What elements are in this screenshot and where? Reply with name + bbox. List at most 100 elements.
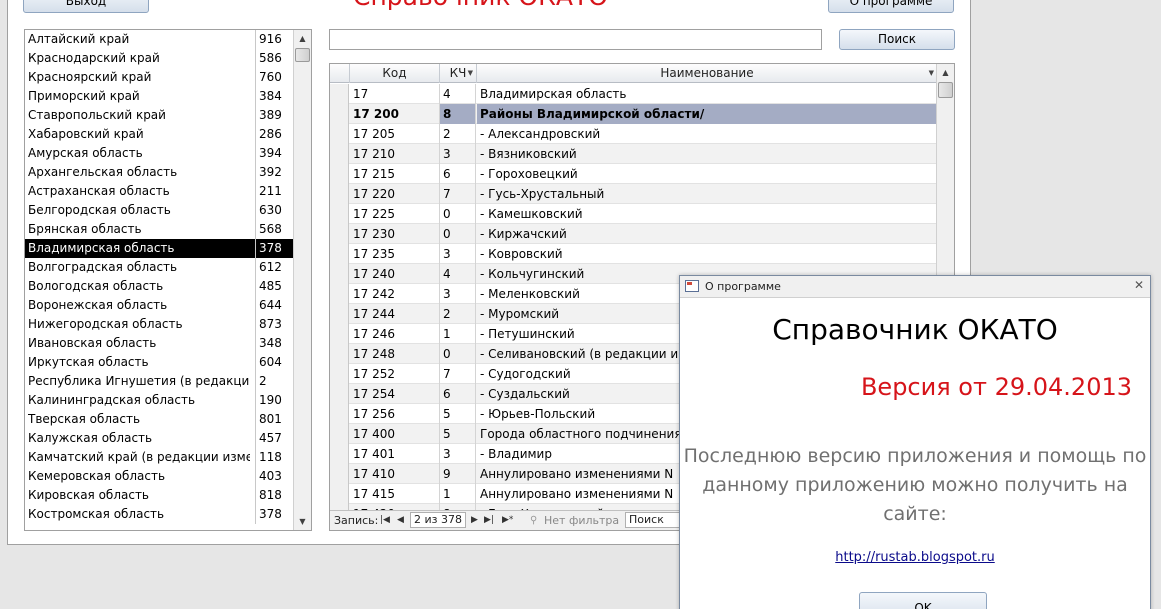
cell-code[interactable]: 17 256 xyxy=(350,404,440,424)
region-list-item[interactable]: Краснодарский край 586 xyxy=(25,49,294,68)
region-list-item[interactable]: Калининградская область 190 xyxy=(25,391,294,410)
column-header-name[interactable]: Наименование ▼ xyxy=(477,64,938,83)
region-list-scrollbar[interactable]: ▲ ▼ xyxy=(293,30,311,530)
select-all-corner[interactable] xyxy=(330,64,350,83)
cell-kch[interactable]: 0 xyxy=(440,224,476,244)
cell-kch[interactable]: 2 xyxy=(440,304,476,324)
row-selector[interactable] xyxy=(330,124,349,144)
cell-name[interactable]: - Гусь-Хрустальный xyxy=(477,184,938,204)
column-header-kch[interactable]: КЧ ▼ xyxy=(440,64,477,83)
cell-kch[interactable]: 3 xyxy=(440,284,476,304)
region-list-item[interactable]: Воронежская область 644 xyxy=(25,296,294,315)
scroll-up-arrow-icon[interactable]: ▲ xyxy=(294,30,311,47)
row-selector[interactable] xyxy=(330,164,349,184)
region-list-item[interactable]: Волгоградская область 612 xyxy=(25,258,294,277)
region-list-item[interactable]: Алтайский край 916 xyxy=(25,30,294,49)
cell-code[interactable]: 17 220 xyxy=(350,184,440,204)
cell-kch[interactable]: 7 xyxy=(440,364,476,384)
cell-kch[interactable]: 6 xyxy=(440,164,476,184)
row-selector[interactable] xyxy=(330,344,349,364)
cell-code[interactable]: 17 400 xyxy=(350,424,440,444)
table-row[interactable]: 17 220 7- Гусь-Хрустальный xyxy=(330,184,938,204)
cell-name[interactable]: Владимирская область xyxy=(477,84,938,104)
cell-code[interactable]: 17 252 xyxy=(350,364,440,384)
cell-name[interactable]: - Ковровский xyxy=(477,244,938,264)
table-row[interactable]: 17 210 3- Вязниковский xyxy=(330,144,938,164)
ok-button[interactable]: OK xyxy=(859,592,987,609)
cell-name[interactable]: Районы Владимирской области/ xyxy=(477,104,938,124)
cell-kch[interactable]: 7 xyxy=(440,184,476,204)
table-row[interactable]: 17 215 6- Гороховецкий xyxy=(330,164,938,184)
region-list-item[interactable]: Вологодская область 485 xyxy=(25,277,294,296)
region-list-item[interactable]: Тверская область 801 xyxy=(25,410,294,429)
region-list-item[interactable]: Хабаровский край 286 xyxy=(25,125,294,144)
cell-code[interactable]: 17 410 xyxy=(350,464,440,484)
table-row[interactable]: 17 205 2- Александровский xyxy=(330,124,938,144)
cell-kch[interactable]: 1 xyxy=(440,324,476,344)
filter-status[interactable]: Нет фильтра xyxy=(544,511,619,530)
row-selector[interactable] xyxy=(330,444,349,464)
region-list-item[interactable]: Костромская область 378 xyxy=(25,505,294,524)
table-row[interactable]: 17 200 8 Районы Владимирской области/ xyxy=(330,104,938,124)
row-selector[interactable] xyxy=(330,84,349,104)
cell-name[interactable]: - Киржачский xyxy=(477,224,938,244)
dropdown-arrow-icon[interactable]: ▼ xyxy=(929,64,934,83)
row-selector[interactable] xyxy=(330,244,349,264)
cell-kch[interactable]: 5 xyxy=(440,404,476,424)
dropdown-arrow-icon[interactable]: ▼ xyxy=(468,64,473,83)
scroll-down-arrow-icon[interactable]: ▼ xyxy=(294,513,311,530)
region-list-item[interactable]: Брянская область 568 xyxy=(25,220,294,239)
cell-kch[interactable]: 9 xyxy=(440,464,476,484)
cell-code[interactable]: 17 240 xyxy=(350,264,440,284)
about-button[interactable]: О программе xyxy=(828,0,954,13)
region-list-item[interactable]: Камчатский край (в редакции изме 118 xyxy=(25,448,294,467)
row-selector[interactable] xyxy=(330,264,349,284)
cell-code[interactable]: 17 210 xyxy=(350,144,440,164)
cell-code[interactable]: 17 246 xyxy=(350,324,440,344)
row-selector[interactable] xyxy=(330,144,349,164)
region-list-item[interactable]: Республика Игнушетия (в редакции 2 xyxy=(25,372,294,391)
row-selector[interactable] xyxy=(330,304,349,324)
cell-code[interactable]: 17 244 xyxy=(350,304,440,324)
cell-kch[interactable]: 6 xyxy=(440,384,476,404)
first-record-icon[interactable]: |◀ xyxy=(380,511,390,530)
record-position[interactable]: 2 из 378 xyxy=(410,512,466,528)
region-list-item[interactable]: Кировская область 818 xyxy=(25,486,294,505)
column-header-code[interactable]: Код xyxy=(350,64,440,83)
region-list-item[interactable]: Архангельская область 392 xyxy=(25,163,294,182)
cell-kch[interactable]: 1 xyxy=(440,484,476,504)
row-selector[interactable] xyxy=(330,464,349,484)
cell-name[interactable]: - Вязниковский xyxy=(477,144,938,164)
cell-kch[interactable]: 3 xyxy=(440,444,476,464)
table-row[interactable]: 17 225 0- Камешковский xyxy=(330,204,938,224)
row-selector[interactable] xyxy=(330,284,349,304)
scroll-thumb[interactable] xyxy=(938,82,953,98)
search-input[interactable] xyxy=(329,29,822,50)
cell-name[interactable]: - Александровский xyxy=(477,124,938,144)
website-link[interactable]: http://rustab.blogspot.ru xyxy=(680,550,1150,565)
region-list-item[interactable]: Иркутская область 604 xyxy=(25,353,294,372)
row-selector[interactable] xyxy=(330,204,349,224)
cell-code[interactable]: 17 xyxy=(350,84,440,104)
region-list-item[interactable]: Ивановская область 348 xyxy=(25,334,294,353)
cell-name[interactable]: - Гороховецкий xyxy=(477,164,938,184)
close-icon[interactable]: ✕ xyxy=(1134,278,1144,292)
cell-code[interactable]: 17 200 xyxy=(350,104,440,124)
cell-kch[interactable]: 0 xyxy=(440,204,476,224)
row-selector[interactable] xyxy=(330,104,349,124)
region-list-item[interactable]: Ставропольский край 389 xyxy=(25,106,294,125)
cell-code[interactable]: 17 248 xyxy=(350,344,440,364)
last-record-icon[interactable]: ▶| xyxy=(484,511,494,530)
next-record-icon[interactable]: ▶ xyxy=(471,511,478,530)
row-selector[interactable] xyxy=(330,424,349,444)
exit-button[interactable]: Выход xyxy=(23,0,149,13)
region-list-item[interactable]: Кемеровская область 403 xyxy=(25,467,294,486)
nav-search-field[interactable]: Поиск xyxy=(625,512,685,528)
region-list-item[interactable]: Владимирская область 378 xyxy=(25,239,294,258)
cell-kch[interactable]: 5 xyxy=(440,424,476,444)
cell-code[interactable]: 17 242 xyxy=(350,284,440,304)
cell-kch[interactable]: 4 xyxy=(440,84,476,104)
region-list-item[interactable]: Красноярский край 760 xyxy=(25,68,294,87)
cell-code[interactable]: 17 415 xyxy=(350,484,440,504)
row-selector[interactable] xyxy=(330,384,349,404)
